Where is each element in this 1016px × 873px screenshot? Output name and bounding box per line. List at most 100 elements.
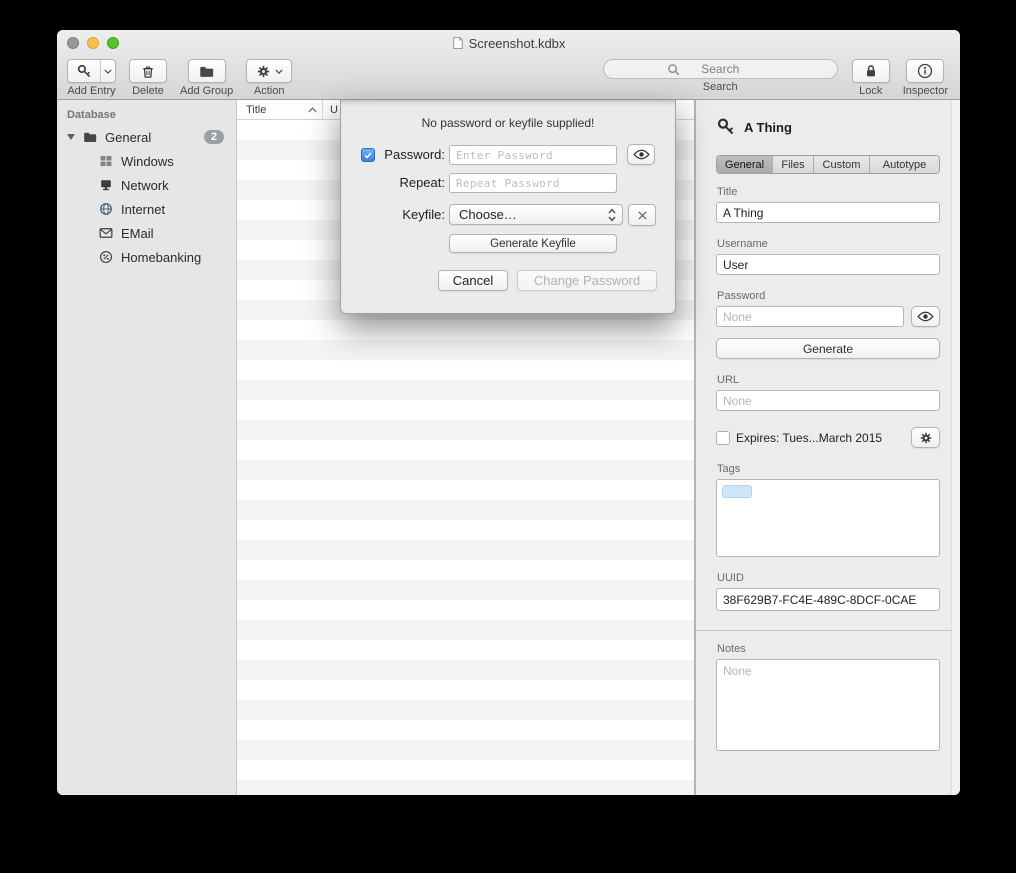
sidebar-item-email[interactable]: EMail — [57, 221, 236, 245]
table-row[interactable] — [237, 700, 694, 720]
check-icon — [363, 150, 373, 160]
search-input[interactable] — [603, 59, 838, 79]
action-button[interactable] — [246, 59, 292, 83]
password-checkbox[interactable] — [361, 148, 375, 162]
table-row[interactable] — [237, 340, 694, 360]
lock-toolbar-item: Lock — [852, 59, 890, 97]
sidebar-group-general[interactable]: General 2 — [57, 125, 236, 149]
table-row[interactable] — [237, 420, 694, 440]
table-row[interactable] — [237, 680, 694, 700]
delete-toolbar-item: Delete — [129, 59, 167, 97]
tab-files[interactable]: Files — [772, 156, 813, 173]
notes-field[interactable] — [716, 659, 940, 751]
uuid-label: UUID — [717, 572, 940, 584]
clear-keyfile-button[interactable] — [628, 204, 656, 226]
cancel-button[interactable]: Cancel — [438, 270, 508, 291]
table-row[interactable] — [237, 760, 694, 780]
table-row[interactable] — [237, 320, 694, 340]
key-icon[interactable] — [67, 59, 100, 83]
table-row[interactable] — [237, 560, 694, 580]
table-row[interactable] — [237, 600, 694, 620]
inspector-label: Inspector — [903, 85, 948, 97]
table-row[interactable] — [237, 780, 694, 795]
tab-custom[interactable]: Custom — [813, 156, 869, 173]
globe-icon — [97, 201, 115, 217]
add-group-button[interactable] — [188, 59, 226, 83]
inspector-button[interactable] — [906, 59, 944, 83]
inspector-panel: A Thing General Files Custom Autotype Ti… — [695, 100, 960, 795]
table-row[interactable] — [237, 480, 694, 500]
sidebar-item-homebanking[interactable]: Homebanking — [57, 245, 236, 269]
table-row[interactable] — [237, 540, 694, 560]
tags-field[interactable] — [716, 479, 940, 557]
window-chrome: Screenshot.kdbx Add Entry — [57, 30, 960, 100]
reveal-password-button[interactable] — [627, 144, 655, 165]
table-row[interactable] — [237, 520, 694, 540]
delete-label: Delete — [132, 85, 164, 97]
sidebar-item-label: Internet — [121, 202, 165, 217]
add-entry-button[interactable] — [67, 59, 116, 83]
tab-general[interactable]: General — [717, 156, 772, 173]
expires-checkbox[interactable] — [716, 431, 730, 445]
table-row[interactable] — [237, 660, 694, 680]
lock-label: Lock — [859, 85, 882, 97]
gear-icon — [256, 64, 271, 79]
add-group-toolbar-item: Add Group — [180, 59, 233, 97]
sidebar-item-network[interactable]: Network — [57, 173, 236, 197]
close-x-icon — [637, 210, 648, 221]
tag-token[interactable] — [722, 485, 752, 498]
table-row[interactable] — [237, 620, 694, 640]
title-field[interactable] — [716, 202, 940, 223]
table-row[interactable] — [237, 720, 694, 740]
lock-button[interactable] — [852, 59, 890, 83]
add-group-label: Add Group — [180, 85, 233, 97]
keyfile-popup-button[interactable]: Choose… — [449, 204, 623, 225]
table-row[interactable] — [237, 460, 694, 480]
sheet-repeat-input[interactable] — [449, 173, 617, 193]
table-row[interactable] — [237, 380, 694, 400]
column-header-title[interactable]: Title — [237, 100, 323, 119]
search-label: Search — [703, 81, 738, 93]
add-entry-dropdown[interactable] — [100, 59, 116, 83]
username-field[interactable] — [716, 254, 940, 275]
tab-autotype[interactable]: Autotype — [869, 156, 939, 173]
divider — [696, 630, 960, 631]
coin-percent-icon — [97, 249, 115, 265]
inspector-scrollbar[interactable] — [951, 100, 960, 795]
sheet-repeat-label: Repeat: — [381, 172, 445, 194]
uuid-field[interactable] — [716, 588, 940, 611]
inspector-tabs: General Files Custom Autotype — [716, 155, 940, 174]
table-row[interactable] — [237, 400, 694, 420]
expires-settings-button[interactable] — [911, 427, 940, 448]
sidebar-item-label: EMail — [121, 226, 154, 241]
sheet-password-input[interactable] — [449, 145, 617, 165]
change-password-button[interactable]: Change Password — [517, 270, 657, 291]
lock-icon — [863, 63, 879, 79]
titlebar[interactable]: Screenshot.kdbx — [57, 30, 960, 56]
table-row[interactable] — [237, 500, 694, 520]
password-field[interactable] — [716, 306, 904, 327]
entry-title: A Thing — [744, 120, 792, 135]
group-badge: 2 — [204, 130, 224, 144]
delete-button[interactable] — [129, 59, 167, 83]
url-field[interactable] — [716, 390, 940, 411]
reveal-password-button[interactable] — [911, 306, 940, 327]
generate-keyfile-button[interactable]: Generate Keyfile — [449, 234, 617, 253]
gear-icon — [919, 431, 933, 445]
sidebar-item-internet[interactable]: Internet — [57, 197, 236, 221]
generate-password-button[interactable]: Generate — [716, 338, 940, 359]
disclosure-triangle-icon[interactable] — [67, 134, 75, 140]
table-row[interactable] — [237, 640, 694, 660]
username-field-label: Username — [717, 238, 940, 250]
inspector-toolbar-item: Inspector — [903, 59, 948, 97]
chevron-down-icon — [275, 69, 283, 74]
eye-icon — [633, 149, 650, 160]
table-row[interactable] — [237, 740, 694, 760]
table-row[interactable] — [237, 580, 694, 600]
sidebar-item-windows[interactable]: Windows — [57, 149, 236, 173]
sidebar-item-label: Homebanking — [121, 250, 201, 265]
tags-label: Tags — [717, 463, 940, 475]
table-row[interactable] — [237, 440, 694, 460]
table-row[interactable] — [237, 360, 694, 380]
sidebar: Database General 2 Windows Network — [57, 100, 237, 795]
